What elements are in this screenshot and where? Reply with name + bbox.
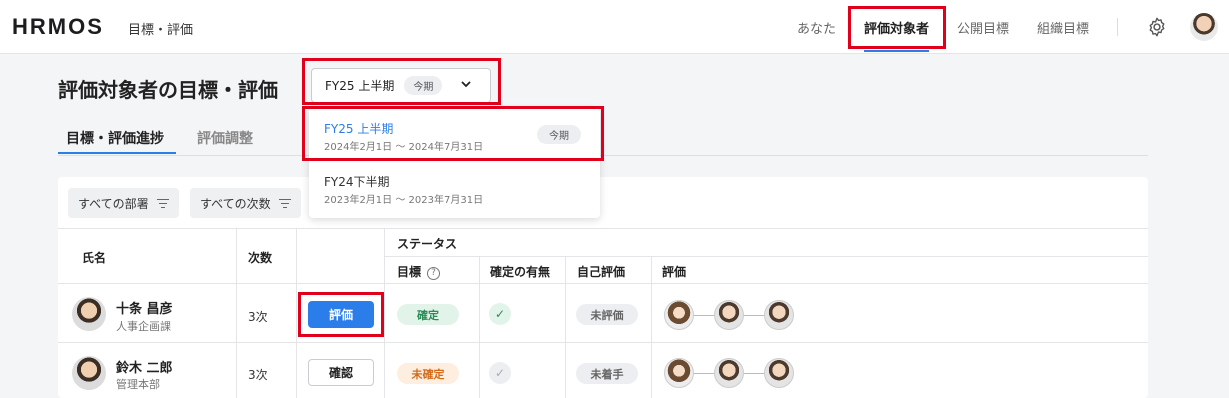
order-value: 3次 [248, 310, 268, 324]
check-icon: ✓ [489, 303, 511, 325]
avatar [664, 300, 694, 330]
logo[interactable]: HRMOS [12, 14, 104, 40]
status-badge: 未着手 [576, 363, 638, 384]
nav-you[interactable]: あなた [797, 0, 836, 54]
chain-connector [694, 314, 714, 316]
avatar [714, 358, 744, 388]
top-bar: HRMOS 目標・評価 あなた 評価対象者 公開目標 組織目標 [0, 0, 1229, 54]
page-title: 評価対象者の目標・評価 [58, 78, 278, 102]
avatar [664, 358, 694, 388]
chain-connector [744, 314, 764, 316]
row-border [58, 342, 1148, 343]
period-option-label[interactable]: FY24下半期 [324, 173, 390, 190]
period-dropdown-menu: FY25 上半期 2024年2月1日 〜 2024年7月31日 今期 FY24下… [309, 108, 600, 218]
header-bottom-border [58, 283, 1148, 284]
current-period-badge: 今期 [404, 76, 443, 95]
avatar [764, 300, 794, 330]
employee-dept: 管理本部 [116, 378, 160, 391]
tab-divider [58, 155, 1148, 156]
col-divider [651, 256, 652, 398]
filter-icon [156, 198, 169, 208]
col-divider [296, 228, 297, 398]
avatar [764, 358, 794, 388]
avatar [72, 356, 106, 390]
filter-icon [278, 198, 291, 208]
status-badge: 未評価 [576, 304, 638, 325]
avatar [714, 300, 744, 330]
employee-name[interactable]: 鈴木 二郎 [116, 357, 173, 376]
period-option-label[interactable]: FY25 上半期 [324, 120, 393, 137]
gear-icon[interactable] [1146, 16, 1168, 38]
col-divider [565, 256, 566, 398]
tab-adjustment[interactable]: 評価調整 [197, 128, 253, 148]
status-badge: 未確定 [397, 363, 459, 384]
check-icon: ✓ [489, 362, 511, 384]
header-self-eval: 自己評価 [577, 265, 626, 279]
period-select-value: FY25 上半期 [325, 79, 395, 93]
period-option-range: 2024年2月1日 〜 2024年7月31日 [324, 142, 484, 153]
avatar [72, 297, 106, 331]
tab-progress[interactable]: 目標・評価進捗 [66, 128, 164, 148]
help-icon[interactable]: ? [427, 267, 441, 280]
filter-department[interactable]: すべての部署 [68, 188, 179, 218]
col-divider [479, 256, 480, 398]
order-value: 3次 [248, 368, 268, 382]
header-goal-label: 目標 [397, 265, 422, 279]
evaluate-button[interactable]: 評価 [308, 301, 374, 328]
table-top-border [58, 228, 1148, 229]
col-divider [236, 228, 237, 398]
nav-org-goals[interactable]: 組織目標 [1037, 0, 1089, 54]
period-select[interactable]: FY25 上半期 今期 [311, 68, 491, 103]
status-badge: 確定 [397, 304, 459, 325]
filter-department-label: すべての部署 [78, 196, 149, 211]
nav-divider [1117, 18, 1118, 36]
chain-connector [744, 372, 764, 374]
nav-public-goals[interactable]: 公開目標 [957, 0, 1009, 54]
evaluator-chain [664, 300, 794, 330]
confirm-button[interactable]: 確認 [308, 359, 374, 386]
filter-order[interactable]: すべての次数 [190, 188, 301, 218]
header-confirmed: 確定の有無 [490, 265, 551, 279]
header-order: 次数 [248, 251, 273, 265]
chevron-down-icon [460, 78, 472, 93]
header-goal: 目標? [397, 263, 441, 280]
header-name: 氏名 [82, 251, 107, 265]
period-option-range: 2023年2月1日 〜 2023年7月31日 [324, 195, 484, 206]
header-evaluation: 評価 [662, 265, 687, 279]
app-title: 目標・評価 [128, 23, 194, 38]
status-subheader-border [384, 256, 1148, 257]
filter-order-label: すべての次数 [200, 196, 271, 211]
header-status: ステータス [397, 237, 458, 251]
evaluator-chain [664, 358, 794, 388]
chain-connector [694, 372, 714, 374]
col-divider [384, 228, 385, 398]
user-avatar[interactable] [1190, 13, 1218, 41]
nav-evaluatees[interactable]: 評価対象者 [864, 0, 930, 54]
employee-dept: 人事企画課 [116, 320, 171, 333]
current-period-badge: 今期 [537, 125, 581, 144]
employee-name[interactable]: 十条 昌彦 [116, 298, 173, 317]
active-tab-indicator [58, 152, 176, 154]
